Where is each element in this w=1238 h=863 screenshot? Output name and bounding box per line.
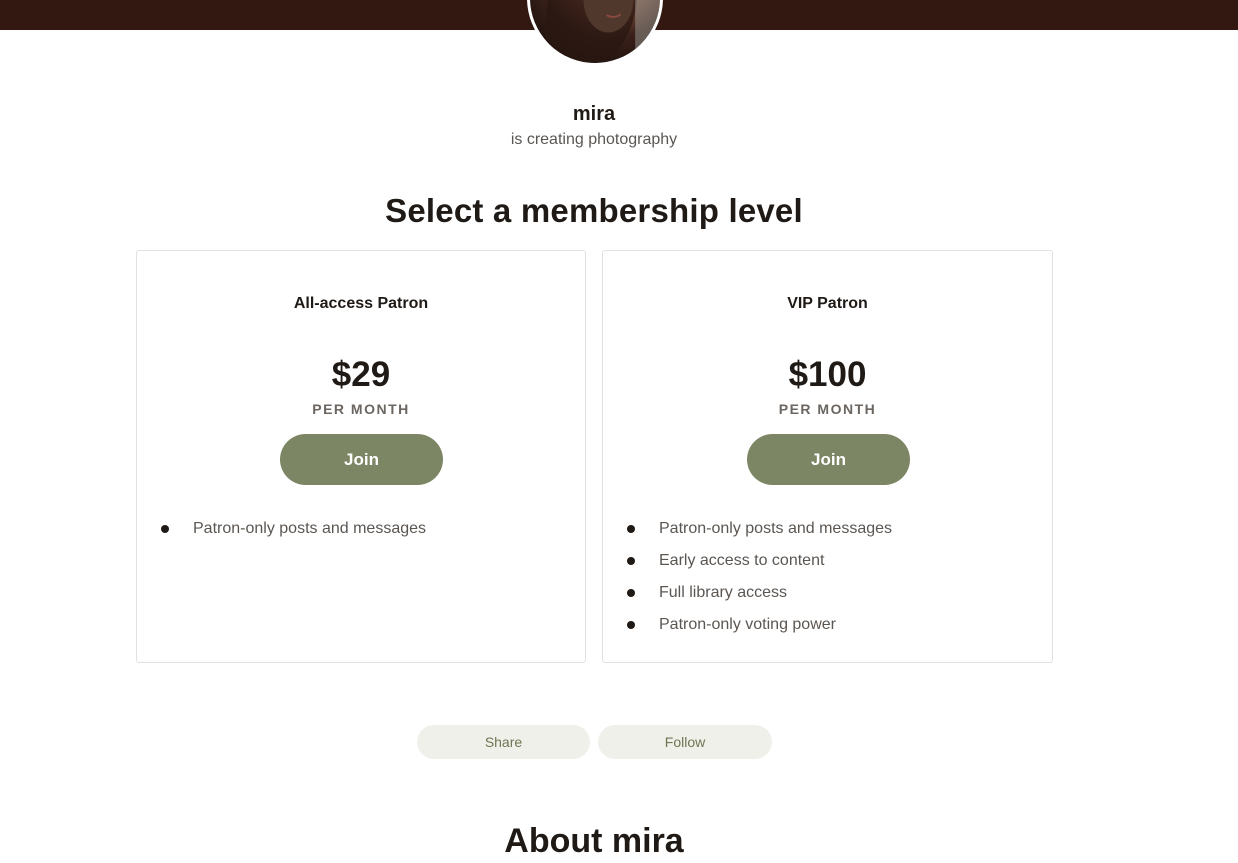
follow-button[interactable]: Follow [598,725,772,759]
creator-avatar[interactable] [527,0,663,66]
benefit-text: Early access to content [659,552,825,569]
benefits-list: Patron-only posts and messages [161,517,426,549]
benefits-list: Patron-only posts and messages Early acc… [627,517,892,645]
tier-name: All-access Patron [293,295,429,312]
tier-period: PER MONTH [312,401,410,417]
bullet-icon [627,589,635,597]
avatar-photo [545,0,660,63]
join-button-all-access[interactable]: Join [280,434,443,485]
bullet-icon [627,621,635,629]
benefit-item: Early access to content [627,549,892,581]
about-section-title: About mira [504,822,684,860]
bullet-icon [627,557,635,565]
bullet-icon [161,525,169,533]
benefit-text: Patron-only posts and messages [659,520,893,537]
bullet-icon [627,525,635,533]
benefit-item: Patron-only posts and messages [627,517,892,549]
benefit-text: Patron-only posts and messages [193,520,427,537]
tier-name: VIP Patron [787,295,868,312]
join-button-vip[interactable]: Join [747,434,910,485]
tier-card-all-access: All-access Patron $29 PER MONTH Join Pat… [136,250,586,663]
tier-period: PER MONTH [778,401,877,417]
tier-price: $100 [788,355,867,394]
benefit-text: Full library access [659,584,788,601]
benefit-item: Full library access [627,581,892,613]
creator-tagline: is creating photography [510,131,678,148]
share-button[interactable]: Share [417,725,590,759]
benefit-text: Patron-only voting power [659,616,836,633]
tier-price: $29 [331,355,391,394]
benefit-item: Patron-only voting power [627,613,892,645]
tier-card-vip: VIP Patron $100 PER MONTH Join Patron-on… [602,250,1053,663]
creator-name: mira [572,103,616,125]
benefit-item: Patron-only posts and messages [161,517,426,549]
membership-section-title: Select a membership level [385,192,803,229]
